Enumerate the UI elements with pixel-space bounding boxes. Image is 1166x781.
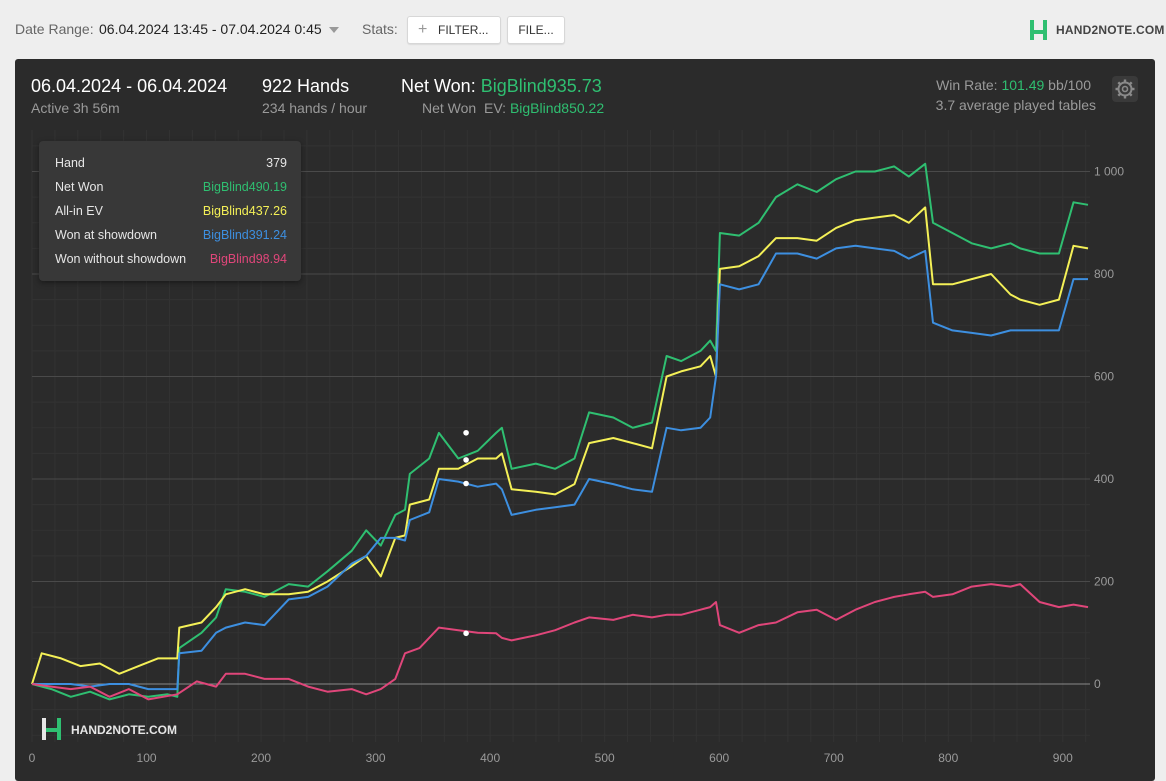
- hands-per-hour: 234 hands / hour: [262, 100, 368, 116]
- tooltip-row-value: BigBlind437.26: [202, 204, 287, 218]
- hover-marker: [463, 429, 469, 436]
- tooltip-row: Won at showdown BigBlind391.24: [55, 228, 287, 248]
- settings-button[interactable]: [1112, 76, 1138, 102]
- y-tick-label: 0: [1094, 677, 1101, 691]
- net-won-label: Net Won:: [401, 76, 476, 96]
- net-won-ev-label: Net Won EV:: [422, 100, 507, 116]
- tooltip-row-value: BigBlind391.24: [202, 228, 287, 242]
- x-tick-label: 700: [824, 751, 844, 765]
- tooltip-row: All-in EV BigBlind437.26: [55, 204, 287, 224]
- hover-marker: [463, 630, 469, 637]
- tooltip-row-label: Won without showdown: [55, 252, 187, 266]
- x-tick-label: 500: [595, 751, 615, 765]
- tooltip-row-label: Net Won: [55, 180, 104, 194]
- y-tick-label: 800: [1094, 267, 1114, 281]
- x-tick-label: 0: [29, 751, 36, 765]
- y-tick-label: 400: [1094, 472, 1114, 486]
- hand-tooltip: Hand 379 Net Won BigBlind490.19 All-in E…: [39, 141, 301, 281]
- y-tick-label: 200: [1094, 575, 1114, 589]
- active-time: Active 3h 56m: [31, 100, 120, 116]
- watermark: HAND2NOTE.COM: [40, 716, 177, 742]
- tooltip-hand-label: Hand: [55, 156, 85, 170]
- x-tick-label: 900: [1053, 751, 1073, 765]
- tooltip-row-value: BigBlind490.19: [202, 180, 287, 194]
- win-rate-value: 101.49: [1001, 77, 1045, 93]
- x-tick-label: 200: [251, 751, 271, 765]
- x-tick-label: 300: [366, 751, 386, 765]
- gear-icon: [1115, 79, 1135, 99]
- watermark-text: HAND2NOTE.COM: [71, 723, 178, 737]
- y-tick-label: 600: [1094, 370, 1114, 384]
- tooltip-row: Net Won BigBlind490.19: [55, 180, 287, 200]
- tooltip-row-label: Won at showdown: [55, 228, 157, 242]
- series-line: [32, 244, 1088, 691]
- x-tick-label: 600: [709, 751, 729, 765]
- hand2note-logo-icon: [42, 718, 61, 740]
- tooltip-hand-value: 379: [266, 156, 287, 170]
- hover-marker: [463, 457, 469, 463]
- date-span: 06.04.2024 - 06.04.2024: [31, 76, 228, 96]
- x-tick-label: 800: [938, 751, 958, 765]
- tooltip-row-value: BigBlind98.94: [209, 252, 287, 266]
- y-tick-label: 1 000: [1094, 165, 1124, 179]
- tooltip-hand-row: Hand 379: [55, 156, 287, 176]
- hands-count: 922 Hands: [262, 76, 350, 96]
- profit-graph[interactable]: 0 200 400 600 800 1 000 0 100 200 300 400 500 600 700…: [0, 0, 1166, 781]
- tooltip-row-label: All-in EV: [55, 204, 103, 218]
- net-won-ev-value: BigBlind850.22: [509, 100, 605, 116]
- x-tick-label: 400: [480, 751, 500, 765]
- win-rate: Win Rate: 101.49 bb/100: [936, 77, 1091, 93]
- win-rate-label: Win Rate:: [936, 77, 998, 93]
- hover-marker: [463, 480, 469, 487]
- tooltip-row: Won without showdown BigBlind98.94: [55, 252, 287, 272]
- series-line: [31, 583, 1089, 701]
- net-won-ev: Net Won EV: BigBlind850.22: [422, 100, 604, 116]
- net-won-value: BigBlind935.73: [480, 76, 602, 96]
- win-rate-unit: bb/100: [1048, 77, 1091, 93]
- x-tick-label: 100: [137, 751, 157, 765]
- average-tables: 3.7 average played tables: [935, 97, 1096, 113]
- net-won: Net Won: BigBlind935.73: [401, 76, 602, 97]
